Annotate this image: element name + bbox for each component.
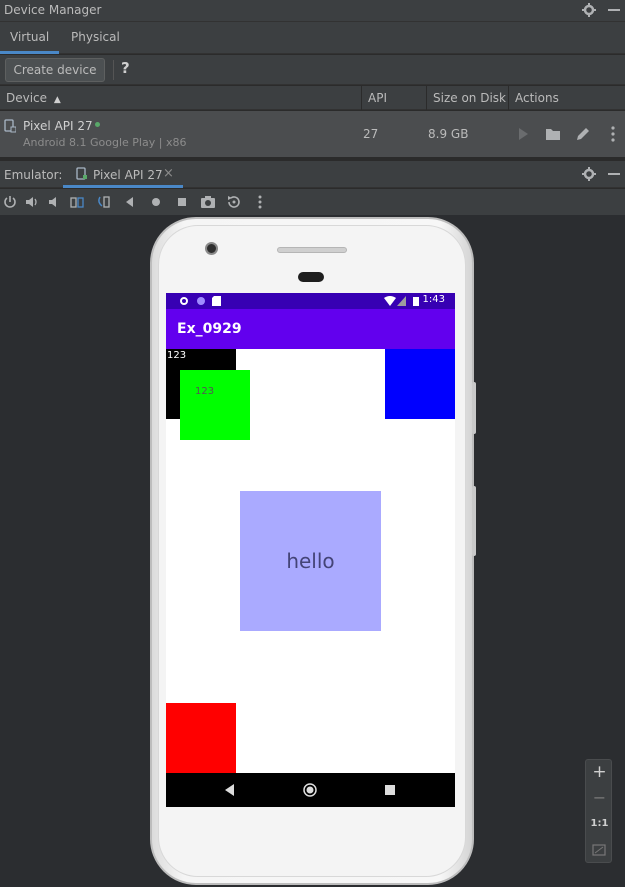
more-vertical-icon[interactable] [252,194,268,210]
tab-virtual[interactable]: Virtual [0,22,60,54]
phone-device-icon [4,119,16,133]
home-icon[interactable] [148,194,164,210]
phone-sensor [298,272,324,282]
power-icon[interactable] [2,194,18,210]
folder-icon[interactable] [544,125,562,143]
snapshot-icon[interactable] [226,194,242,210]
settings-icon [180,297,188,305]
column-device[interactable]: Device ▲ [0,86,361,110]
hello-box: hello [240,491,381,631]
app-title: Ex_0929 [177,321,242,337]
hello-label: hello [286,549,335,573]
emulator-tab-label: Pixel API 27 [93,168,163,182]
status-bar: 1:43 [166,293,455,309]
tab-pixel-api-27[interactable]: Pixel API 27 × [63,161,183,188]
battery-icon [413,297,419,306]
black-box-label: 123 [167,350,187,361]
emulator-label: Emulator: [4,168,63,182]
sd-card-icon [212,296,221,306]
table-row[interactable]: Pixel API 27 Android 8.1 Google Play | x… [0,111,625,157]
actual-size-button[interactable]: 1:1 [586,818,613,829]
column-api[interactable]: API [361,86,426,110]
sync-icon [197,297,205,305]
device-size: 8.9 GB [428,127,469,141]
emulator-toolbar [0,189,625,215]
rotate-right-icon[interactable] [96,194,112,210]
volume-down-icon[interactable] [46,194,62,210]
volume-up-icon[interactable] [24,194,40,210]
column-actions: Actions [508,86,625,110]
nav-overview-icon[interactable] [385,785,395,795]
nav-home-icon[interactable] [303,783,317,797]
gear-icon[interactable] [579,0,599,20]
device-type-tabs: Virtual Physical [0,22,625,54]
sort-ascending-icon: ▲ [53,95,61,105]
toolbar-divider [113,60,114,80]
navigation-bar [166,773,455,807]
phone-device-icon [76,167,87,180]
device-name: Pixel API 27 [23,119,93,133]
side-volume-button[interactable] [472,486,476,556]
help-button[interactable]: ? [121,59,130,77]
more-vertical-icon[interactable] [604,125,622,143]
play-icon[interactable] [514,125,532,143]
device-table-header: Device ▲ API Size on Disk Actions [0,86,625,110]
overview-icon[interactable] [174,194,190,210]
zoom-out-button[interactable]: − [586,788,613,807]
green-box-label: 123 [195,386,215,397]
column-device-label: Device [6,91,48,105]
device-subtitle: Android 8.1 Google Play | x86 [23,136,187,149]
status-time: 1:43 [422,294,445,305]
minimize-icon[interactable] [604,0,624,20]
emulator-tabbar: Emulator: Pixel API 27 × [0,160,625,188]
device-api: 27 [363,127,379,141]
blue-box [385,349,455,419]
zoom-controls: + − 1:1 [585,759,612,863]
online-status-dot [95,122,100,127]
device-screen[interactable]: 1:43 Ex_0929 123 123 hello [166,293,455,807]
app-bar: Ex_0929 [166,309,455,349]
red-box [166,703,236,773]
side-power-button[interactable] [472,382,476,434]
front-camera [205,242,218,255]
signal-icon [397,296,406,306]
device-manager-title: Device Manager [4,3,102,17]
device-manager-titlebar: Device Manager [0,0,625,22]
zoom-in-button[interactable]: + [586,762,613,782]
camera-icon[interactable] [200,194,216,210]
close-icon[interactable]: × [163,166,174,181]
rotate-left-icon[interactable] [69,194,85,210]
create-device-button[interactable]: Create device [5,58,105,82]
wifi-icon [384,296,396,306]
green-box: 123 [180,370,250,440]
device-manager-toolbar: Create device ? [0,55,625,85]
minimize-icon[interactable] [604,164,624,184]
edit-icon[interactable] [574,125,592,143]
column-size[interactable]: Size on Disk [426,86,508,110]
tab-physical[interactable]: Physical [61,22,130,54]
phone-speaker [277,247,347,253]
nav-back-icon[interactable] [225,784,235,796]
gear-icon[interactable] [579,164,599,184]
fit-screen-icon[interactable] [592,844,606,856]
back-icon[interactable] [122,194,138,210]
